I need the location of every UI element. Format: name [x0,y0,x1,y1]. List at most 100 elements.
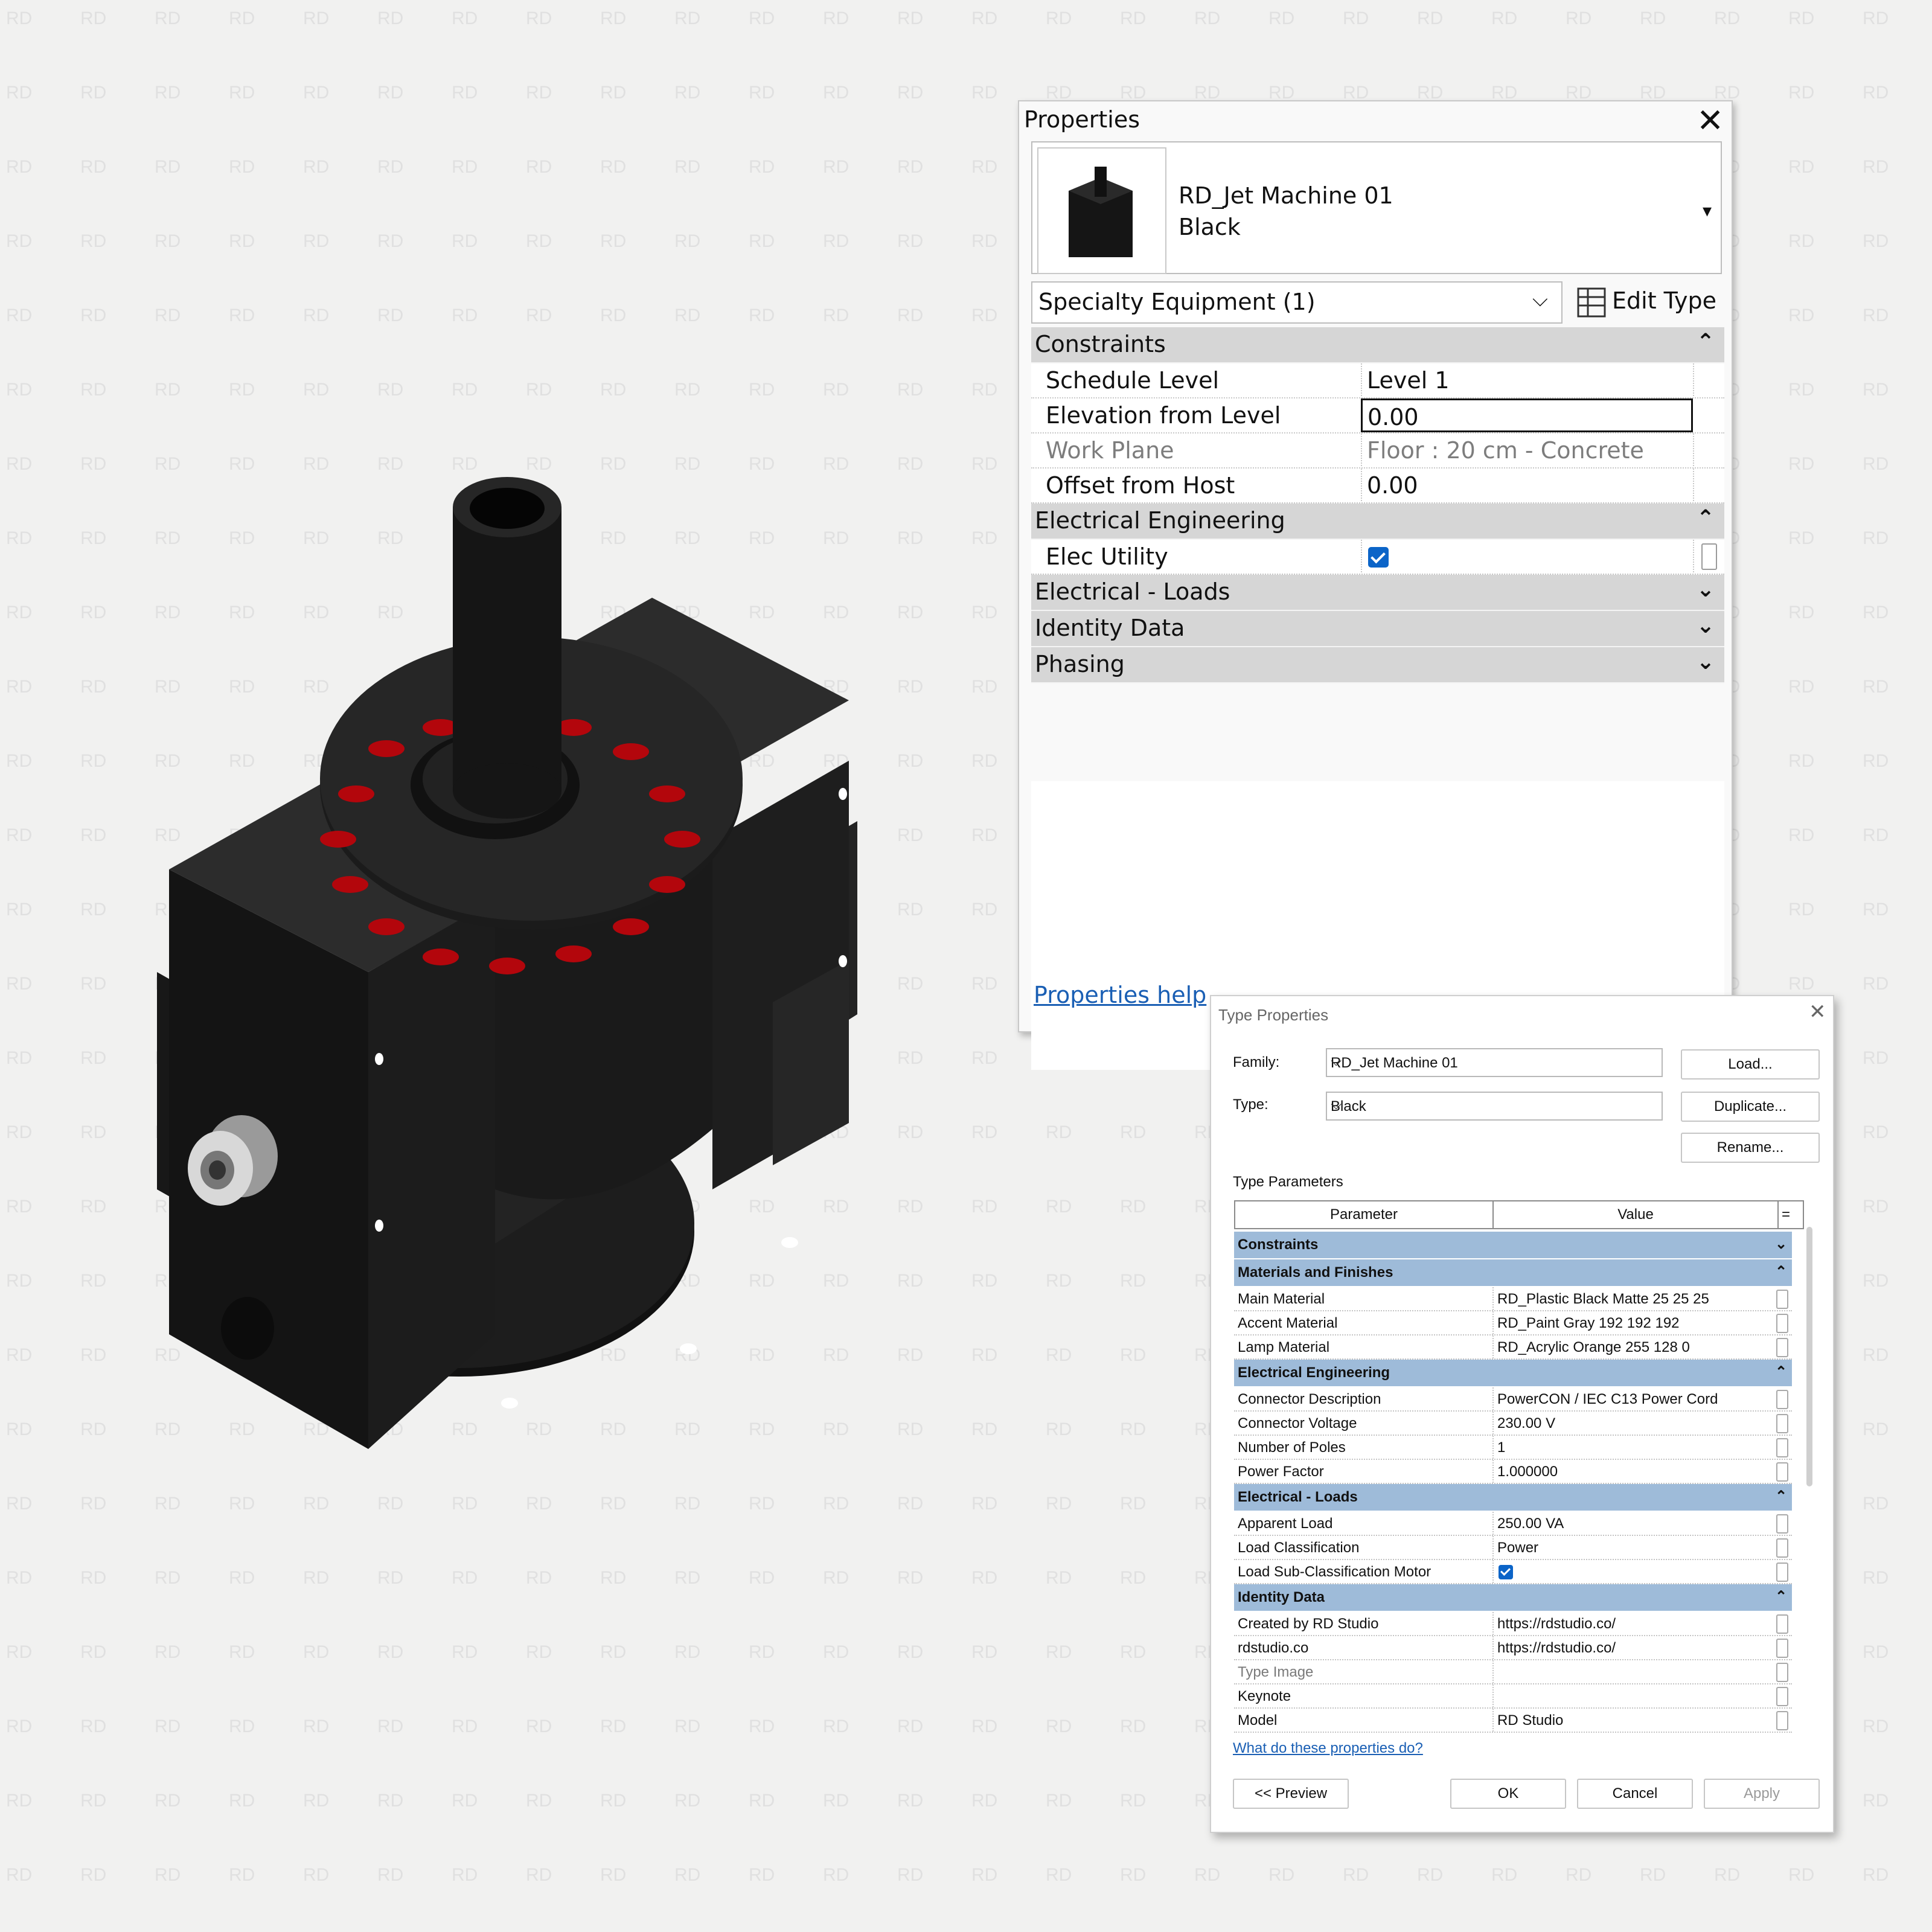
param-value-cell[interactable]: PowerCON / IEC C13 Power Cord [1492,1387,1777,1410]
param-value-cell[interactable]: https://rdstudio.co/ [1492,1636,1777,1659]
watermark-text: RD [1863,1122,1889,1142]
cancel-button[interactable]: Cancel [1577,1779,1693,1809]
family-thumbnail [1037,147,1166,274]
type-selector[interactable]: RD_Jet Machine 01 Black ▾ [1031,141,1722,274]
watermark-text: RD [229,83,255,103]
watermark-text: RD [303,83,329,103]
group-constraints[interactable]: Constraints ⌄ [1234,1232,1792,1259]
watermark-text: RD [6,231,32,251]
group-materials[interactable]: Materials and Finishes ⌃ [1234,1259,1792,1287]
associate-parameter-button[interactable] [1776,1414,1788,1433]
table-scrollbar[interactable] [1806,1227,1812,1486]
param-value-cell[interactable] [1492,1660,1777,1683]
associate-parameter-button[interactable] [1776,1639,1788,1658]
properties-title: Properties [1024,106,1140,133]
param-checkbox[interactable] [1499,1565,1513,1579]
watermark-text: RD [80,528,106,548]
associate-parameter-button[interactable] [1776,1563,1788,1582]
param-value-cell[interactable]: 1.000000 [1492,1460,1777,1483]
param-value-cell[interactable] [1492,1560,1777,1583]
param-value-cell[interactable]: 250.00 VA [1492,1512,1777,1535]
duplicate-button[interactable]: Duplicate... [1681,1092,1820,1122]
col-value[interactable]: Value [1494,1201,1779,1228]
associate-parameter-button[interactable] [1776,1338,1788,1357]
edit-type-label: Edit Type [1612,287,1716,314]
watermark-text: RD [155,83,181,103]
param-value-cell[interactable]: Power [1492,1536,1777,1559]
group-identity-data[interactable]: Identity Data ⌄ [1031,611,1724,647]
param-value-cell[interactable]: 230.00 V [1492,1412,1777,1435]
close-icon[interactable]: ✕ [1809,1000,1826,1024]
watermark-text: RD [452,305,478,325]
watermark-text: RD [674,305,700,325]
watermark-text: RD [749,1494,775,1514]
param-value-cell[interactable]: RD Studio [1492,1709,1777,1732]
watermark-text: RD [1120,1568,1146,1588]
param-value-cell[interactable]: RD_Acrylic Orange 255 128 0 [1492,1335,1777,1358]
watermark-text: RD [6,1345,32,1365]
watermark-text: RD [452,83,478,103]
group-identity-data[interactable]: Identity Data ⌃ [1234,1584,1792,1612]
associate-parameter-button[interactable] [1776,1390,1788,1409]
associate-parameter-button[interactable] [1776,1438,1788,1457]
load-button[interactable]: Load... [1681,1049,1820,1080]
group-electrical-loads[interactable]: Electrical - Loads ⌄ [1031,575,1724,611]
watermark-text: RD [971,1791,997,1811]
watermark-text: RD [526,305,552,325]
associate-parameter-button[interactable] [1776,1614,1788,1634]
close-icon[interactable]: ✕ [1697,101,1724,140]
param-value-cell[interactable] [1492,1684,1777,1707]
properties-help-link[interactable]: Properties help [1034,982,1206,1008]
elevation-from-level-input[interactable]: 0.00 [1361,398,1693,432]
param-value-cell[interactable]: 1 [1492,1436,1777,1459]
associate-parameter-button[interactable] [1776,1514,1788,1534]
associate-parameter-button[interactable] [1776,1687,1788,1706]
group-phasing[interactable]: Phasing ⌄ [1031,647,1724,683]
family-dropdown[interactable]: RD_Jet Machine 01 ⌵ [1326,1048,1663,1077]
watermark-text: RD [6,454,32,474]
watermark-text: RD [229,1568,255,1588]
type-dropdown[interactable]: Black ⌵ [1326,1092,1663,1121]
ok-button[interactable]: OK [1450,1779,1566,1809]
param-value-cell[interactable]: RD_Paint Gray 192 192 192 [1492,1311,1777,1334]
param-name: Keynote [1238,1688,1291,1704]
associate-parameter-button[interactable] [1776,1290,1788,1309]
watermark-text: RD [897,1642,923,1662]
edit-type-button[interactable]: Edit Type [1571,283,1721,322]
associate-parameter-button[interactable] [1776,1663,1788,1682]
associate-parameter-button[interactable] [1776,1711,1788,1730]
offset-from-host-field[interactable]: 0.00 [1361,469,1694,501]
watermark-text: RD [6,900,32,920]
param-value-cell[interactable]: https://rdstudio.co/ [1492,1612,1777,1635]
dropdown-arrow-icon[interactable]: ▾ [1703,200,1712,222]
associate-parameter-button[interactable] [1776,1462,1788,1482]
group-electrical-engineering[interactable]: Electrical Engineering ⌃ [1031,504,1724,540]
watermark-text: RD [897,1345,923,1365]
associate-parameter-button[interactable] [1701,543,1717,570]
expand-icon: ⌄ [1775,1236,1788,1252]
col-parameter[interactable]: Parameter [1235,1201,1494,1228]
watermark-text: RD [229,231,255,251]
watermark-text: RD [823,380,849,400]
rename-button[interactable]: Rename... [1681,1133,1820,1163]
what-do-these-properties-do-link[interactable]: What do these properties do? [1233,1740,1423,1757]
watermark-text: RD [80,1568,106,1588]
watermark-text: RD [1788,974,1814,994]
param-value-cell[interactable]: RD_Plastic Black Matte 25 25 25 [1492,1287,1777,1310]
watermark-text: RD [1194,1865,1220,1885]
associate-parameter-button[interactable] [1776,1314,1788,1333]
table-row: Apparent Load 250.00 VA [1234,1512,1792,1536]
watermark-text: RD [1863,1865,1889,1885]
elec-utility-checkbox[interactable] [1368,547,1389,568]
category-filter-dropdown[interactable]: Specialty Equipment (1) ⌵ [1031,281,1563,324]
watermark-text: RD [674,1791,700,1811]
group-electrical-engineering[interactable]: Electrical Engineering ⌃ [1234,1360,1792,1387]
watermark-text: RD [1863,1048,1889,1068]
preview-button[interactable]: << Preview [1233,1779,1349,1809]
watermark-text: RD [1120,1642,1146,1662]
schedule-level-field[interactable]: Level 1 [1361,363,1694,396]
group-electrical-loads[interactable]: Electrical - Loads ⌃ [1234,1484,1792,1512]
group-constraints[interactable]: Constraints ⌃ [1031,327,1724,363]
watermark-text: RD [303,1791,329,1811]
associate-parameter-button[interactable] [1776,1538,1788,1558]
